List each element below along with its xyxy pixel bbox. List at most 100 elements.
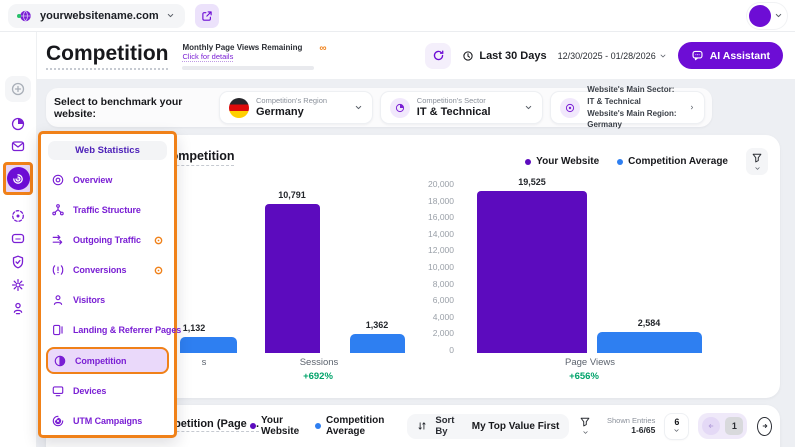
y-tick-label: 14,000 bbox=[376, 229, 454, 239]
quota-widget: Monthly Page Views Remaining Click for d… bbox=[182, 43, 314, 70]
website-name: yourwebsitename.com bbox=[40, 10, 159, 22]
bar-hidden-group-competition[interactable] bbox=[180, 337, 237, 353]
person-pin-icon bbox=[10, 300, 26, 316]
page-header: Competition Monthly Page Views Remaining… bbox=[36, 32, 795, 80]
attention-badge-icon bbox=[153, 235, 164, 246]
rail-item-settings[interactable] bbox=[10, 277, 26, 293]
ai-assistant-label: AI Assistant bbox=[710, 50, 770, 62]
pie-chart-icon bbox=[10, 116, 26, 132]
category-label-partial: s bbox=[202, 357, 207, 368]
y-tick-label: 6,000 bbox=[376, 295, 454, 305]
date-range-selector[interactable]: 12/30/2025 - 01/28/2026 bbox=[558, 51, 667, 61]
chevron-down-icon bbox=[354, 103, 363, 112]
bar-value-label: 1,362 bbox=[366, 320, 389, 330]
traffic-structure-icon bbox=[51, 203, 65, 217]
menu-item-label: Traffic Structure bbox=[73, 205, 141, 215]
visitors-icon bbox=[51, 293, 65, 307]
rail-item-goals[interactable] bbox=[10, 208, 26, 224]
sector-dropdown[interactable]: Competition's Sector IT & Technical bbox=[380, 91, 543, 124]
website-selector[interactable]: yourwebsitename.com bbox=[8, 4, 185, 28]
sort-icon bbox=[417, 420, 427, 432]
y-tick-label: 20,000 bbox=[376, 179, 454, 189]
topbar: yourwebsitename.com bbox=[0, 0, 795, 32]
open-website-button[interactable] bbox=[195, 4, 219, 28]
page-size-value: 6 bbox=[674, 418, 679, 427]
previous-page-button[interactable] bbox=[702, 417, 720, 435]
menu-item-label: UTM Campaigns bbox=[73, 416, 142, 426]
y-tick-label: 12,000 bbox=[376, 245, 454, 255]
chart-filter-button[interactable] bbox=[746, 148, 768, 175]
sidebar-item-devices[interactable]: Devices bbox=[46, 376, 169, 406]
infinity-icon: ∞ bbox=[319, 44, 326, 54]
chart-legend: Your Website Competition Average bbox=[525, 148, 768, 175]
period-selector[interactable]: Last 30 Days bbox=[462, 50, 546, 62]
chevron-down-icon bbox=[673, 427, 680, 434]
clock-icon bbox=[462, 50, 474, 62]
mail-icon bbox=[10, 138, 26, 154]
bar-value-label: 10,791 bbox=[278, 190, 306, 200]
arrow-left-icon bbox=[706, 421, 716, 431]
conversions-icon bbox=[51, 263, 65, 277]
sector-icon bbox=[390, 98, 410, 118]
pages-icon bbox=[51, 323, 65, 337]
sidebar-item-traffic-structure[interactable]: Traffic Structure bbox=[46, 195, 169, 225]
region-dropdown-label: Competition's Region bbox=[256, 96, 327, 105]
sidebar-item-competition[interactable]: Competition bbox=[46, 347, 169, 374]
legend-your-website: Your Website bbox=[525, 156, 599, 167]
rail-item-analytics[interactable] bbox=[10, 116, 26, 132]
chevron-down-icon bbox=[659, 52, 667, 60]
chevron-down-icon bbox=[754, 165, 761, 172]
utm-campaigns-icon bbox=[51, 414, 65, 428]
category-label-pageviews: Page Views bbox=[565, 357, 615, 368]
legend-label: Competition Average bbox=[628, 156, 728, 167]
menu-item-label: Landing & Referrer Pages bbox=[73, 325, 181, 335]
sidebar-item-visitors[interactable]: Visitors bbox=[46, 285, 169, 315]
icon-rail bbox=[0, 32, 37, 447]
bar-pageviews-your-website[interactable] bbox=[477, 191, 587, 353]
web-statistics-icon bbox=[7, 167, 30, 190]
ai-assistant-button[interactable]: AI Assistant bbox=[678, 42, 783, 69]
refresh-icon bbox=[432, 49, 445, 62]
target-icon bbox=[10, 208, 26, 224]
sidebar-item-conversions[interactable]: Conversions bbox=[46, 255, 169, 285]
refresh-button[interactable] bbox=[425, 43, 451, 69]
chat-icon bbox=[691, 49, 704, 62]
sidebar-item-overview[interactable]: Overview bbox=[46, 165, 169, 195]
bar-pageviews-competition[interactable] bbox=[597, 332, 702, 353]
menu-item-label: Conversions bbox=[73, 265, 126, 275]
page-size-selector[interactable]: 6 bbox=[665, 414, 688, 439]
gear-icon bbox=[10, 277, 26, 293]
sort-by-control[interactable]: Sort By My Top Value First bbox=[407, 414, 569, 439]
quota-title: Monthly Page Views Remaining bbox=[182, 43, 314, 52]
competition-icon bbox=[53, 354, 67, 368]
funnel-icon bbox=[579, 416, 591, 428]
rail-item-web-statistics-active[interactable] bbox=[3, 162, 33, 195]
sidebar-item-utm-campaigns[interactable]: UTM Campaigns bbox=[46, 406, 169, 436]
website-main-info-card[interactable]: Website's Main Sector: IT & Technical We… bbox=[550, 91, 705, 124]
menu-item-label: Outgoing Traffic bbox=[73, 235, 141, 245]
region-dropdown[interactable]: Competition's Region Germany bbox=[219, 91, 373, 124]
add-website-button[interactable] bbox=[5, 76, 31, 102]
pagination: 1 bbox=[698, 413, 747, 439]
bar-sessions-your-website[interactable] bbox=[265, 204, 320, 353]
legend-dot-blue bbox=[315, 423, 321, 429]
rail-item-messages[interactable] bbox=[10, 231, 26, 247]
bar-sessions-competition[interactable] bbox=[350, 334, 405, 353]
rail-item-account[interactable] bbox=[10, 300, 26, 316]
next-page-button[interactable] bbox=[757, 417, 772, 436]
date-range: 12/30/2025 - 01/28/2026 bbox=[558, 51, 656, 61]
quota-details-link[interactable]: Click for details bbox=[182, 52, 233, 62]
legend-competition-average: Competition Average bbox=[315, 415, 397, 437]
rail-item-security[interactable] bbox=[10, 254, 26, 270]
rail-item-mail[interactable] bbox=[10, 138, 26, 154]
user-menu[interactable] bbox=[747, 3, 787, 29]
sidebar-item-outgoing-traffic[interactable]: Outgoing Traffic bbox=[46, 225, 169, 255]
current-page[interactable]: 1 bbox=[725, 417, 743, 435]
sidebar-item-landing-referrer-pages[interactable]: Landing & Referrer Pages bbox=[46, 315, 169, 345]
legend-competition-average: Competition Average bbox=[617, 156, 728, 167]
bullseye-icon bbox=[560, 98, 580, 118]
chevron-down-icon bbox=[166, 11, 175, 20]
devices-icon bbox=[51, 384, 65, 398]
table-filter-button[interactable] bbox=[579, 416, 591, 436]
benchmark-bar: Select to benchmark your website: Compet… bbox=[46, 88, 712, 127]
